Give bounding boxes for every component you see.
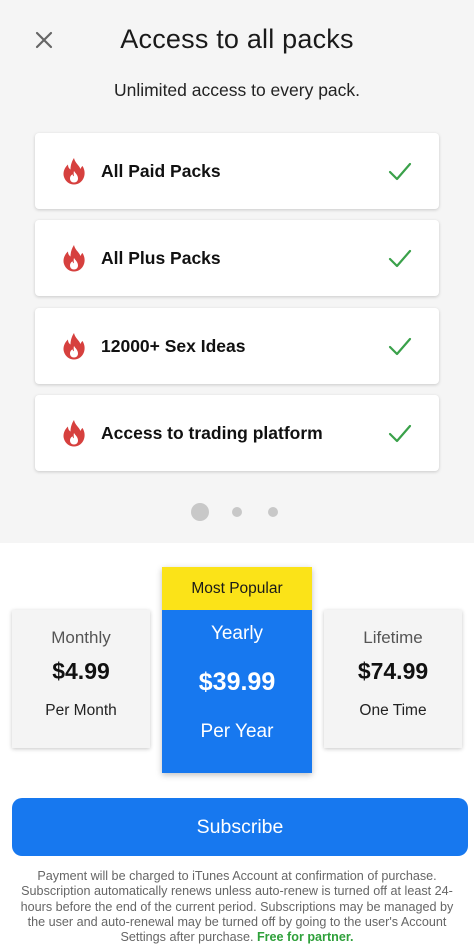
- flame-icon: [63, 420, 85, 447]
- pager-dot-active[interactable]: [191, 503, 209, 521]
- plan-period: One Time: [359, 702, 427, 719]
- check-icon: [388, 249, 412, 268]
- plan-price: $74.99: [357, 658, 429, 684]
- feature-label: Access to trading platform: [101, 422, 323, 443]
- plan-period: Per Year: [200, 721, 274, 742]
- legal-disclaimer: Payment will be charged to iTunes Accoun…: [16, 869, 458, 945]
- feature-item: 12000+ Sex Ideas: [35, 308, 439, 384]
- check-icon: [388, 162, 412, 181]
- plan-period: Per Month: [45, 702, 117, 719]
- plan-price: $4.99: [52, 658, 110, 684]
- pager-dot[interactable]: [268, 507, 278, 517]
- flame-icon: [63, 245, 85, 272]
- plan-monthly[interactable]: Monthly $4.99 Per Month: [12, 610, 150, 748]
- free-for-partner-link[interactable]: Free for partner.: [257, 930, 354, 944]
- feature-label: 12000+ Sex Ideas: [101, 335, 246, 356]
- subscribe-button[interactable]: Subscribe: [12, 798, 468, 856]
- plan-name: Monthly: [51, 628, 111, 647]
- check-icon: [388, 424, 412, 443]
- feature-item: Access to trading platform: [35, 395, 439, 471]
- header-area: Access to all packs Unlimited access to …: [0, 0, 474, 543]
- plan-price: $39.99: [198, 668, 276, 696]
- feature-item: All Paid Packs: [35, 133, 439, 209]
- plan-yearly[interactable]: Most Popular Yearly $39.99 Per Year: [162, 567, 312, 773]
- most-popular-badge: Most Popular: [162, 567, 312, 610]
- page-subtitle: Unlimited access to every pack.: [113, 80, 361, 100]
- check-icon: [388, 337, 412, 356]
- plan-lifetime[interactable]: Lifetime $74.99 One Time: [324, 610, 462, 748]
- carousel-pager: [0, 501, 474, 523]
- plan-name: Yearly: [210, 623, 264, 644]
- page-title: Access to all packs: [120, 24, 354, 54]
- feature-item: All Plus Packs: [35, 220, 439, 296]
- flame-icon: [63, 158, 85, 185]
- plan-name: Lifetime: [363, 628, 423, 647]
- feature-label: All Plus Packs: [101, 247, 221, 268]
- feature-label: All Paid Packs: [101, 160, 221, 181]
- legal-text: Payment will be charged to iTunes Accoun…: [20, 869, 454, 945]
- pager-dot[interactable]: [232, 507, 242, 517]
- flame-icon: [63, 333, 85, 360]
